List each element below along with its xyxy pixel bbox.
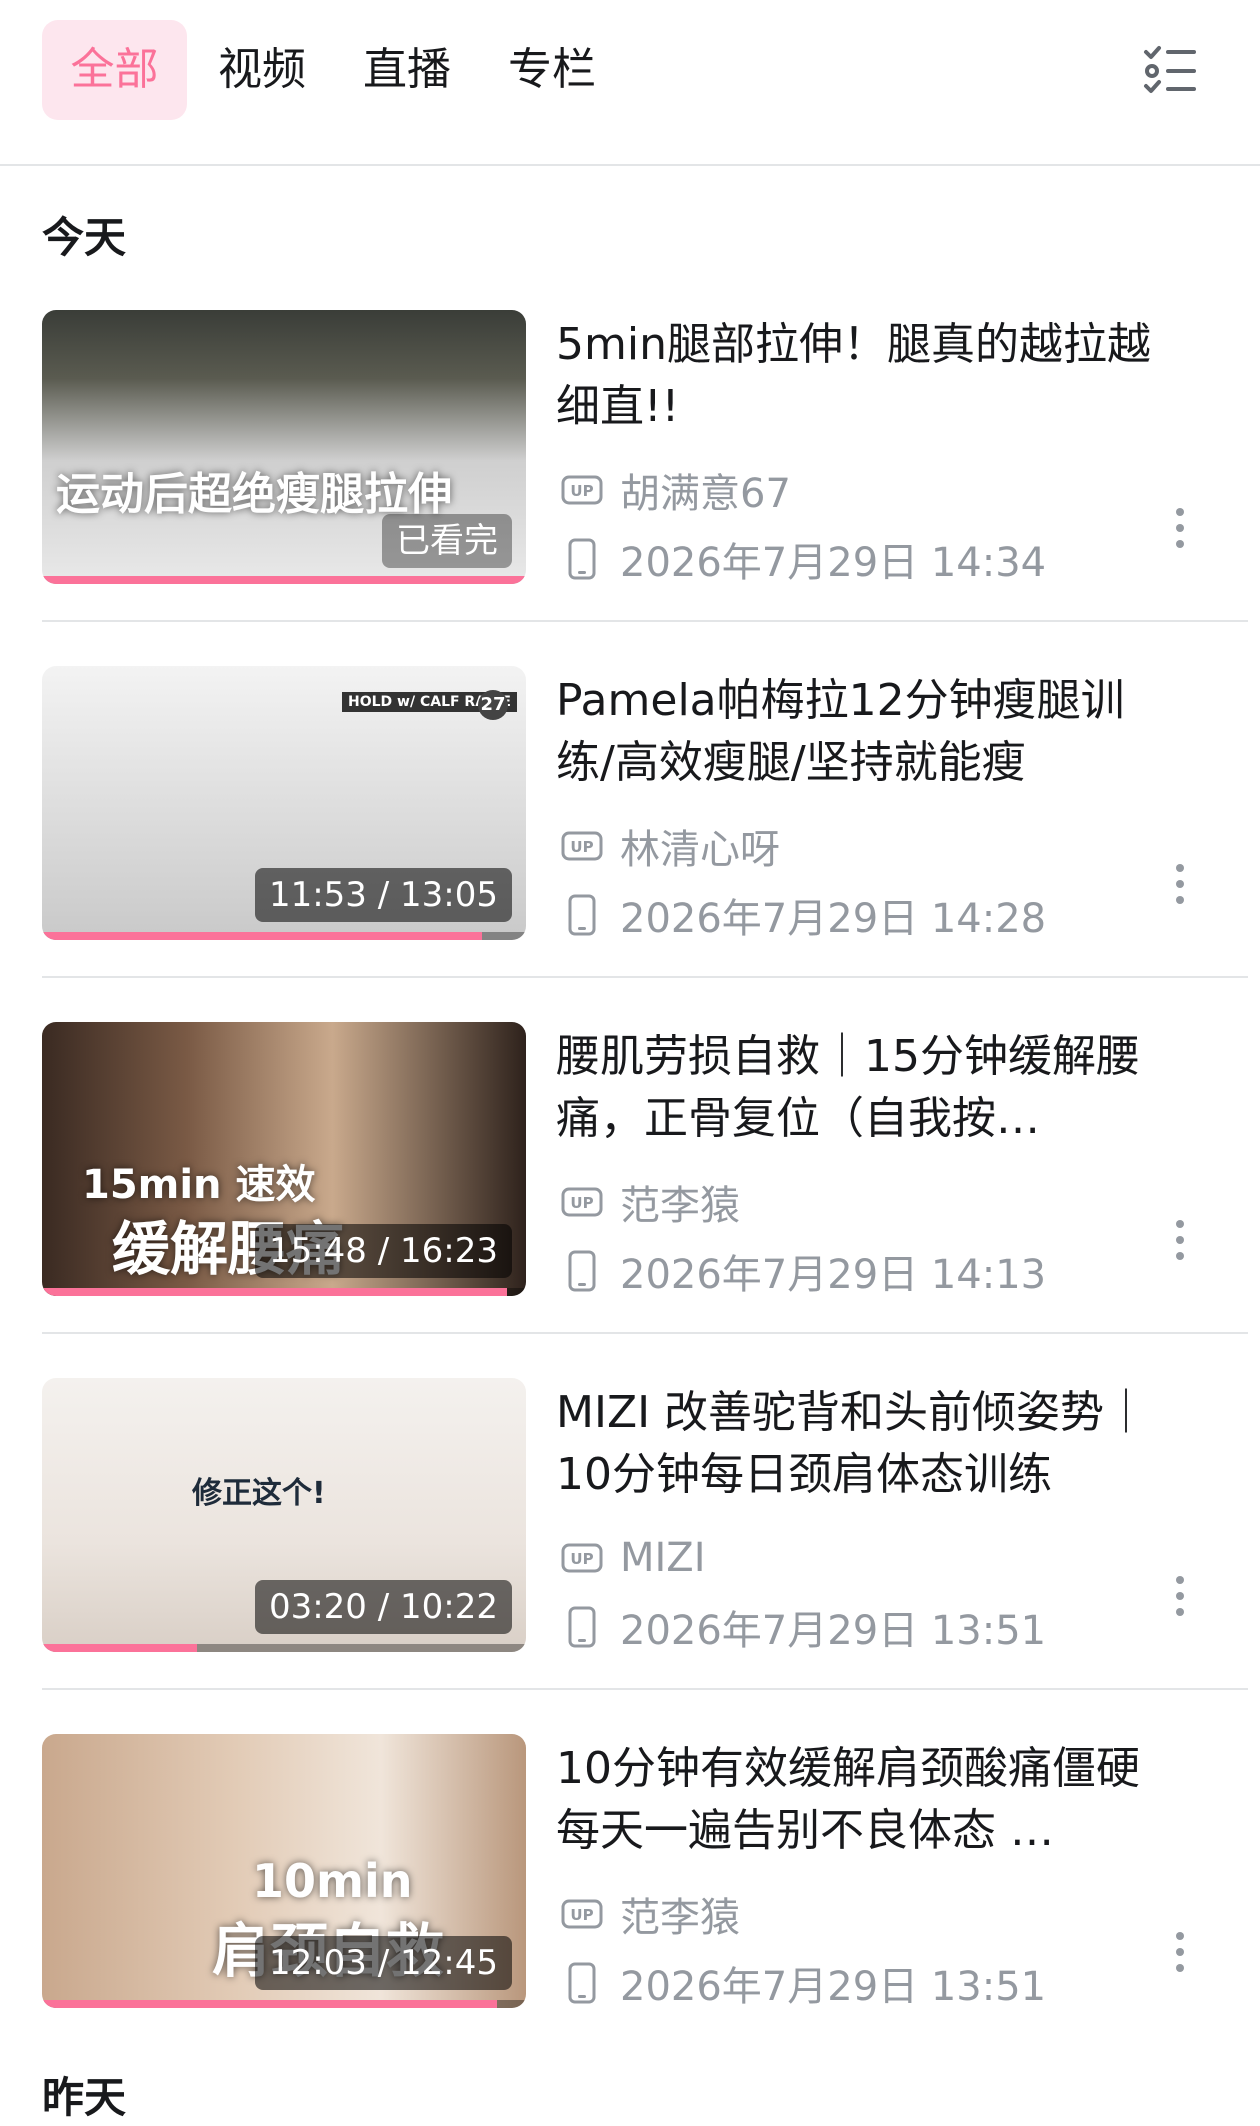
- watch-progress-bar: [42, 576, 526, 584]
- phone-icon: [568, 894, 596, 936]
- up-badge-icon: UP: [561, 475, 603, 505]
- phone-icon: [568, 1962, 596, 2004]
- uploader-row[interactable]: UP 林清心呀: [560, 821, 780, 873]
- video-title[interactable]: 5min腿部拉伸！腿真的越拉越细直!!: [556, 314, 1166, 438]
- up-badge-icon: UP: [561, 1543, 603, 1573]
- video-title[interactable]: 腰肌劳损自救｜15分钟缓解腰痛，正骨复位（自我按…: [556, 1026, 1166, 1150]
- watch-time-row: 2026年7月29日 14:34: [560, 534, 1046, 586]
- video-thumbnail[interactable]: 运动后超绝瘦腿拉伸 已看完: [42, 310, 526, 584]
- uploader-name: 范李猿: [620, 1895, 740, 1941]
- tab-bar: 全部 视频 直播 专栏: [0, 0, 1260, 166]
- watch-time-row: 2026年7月29日 13:51: [560, 1602, 1046, 1654]
- watch-progress-bar: [42, 1644, 526, 1652]
- watch-time: 2026年7月29日 14:28: [620, 896, 1047, 942]
- history-item[interactable]: 15min 速效 缓解腰痛 15:48 / 16:23 腰肌劳损自救｜15分钟缓…: [0, 980, 1260, 1334]
- tab-column[interactable]: 专栏: [480, 20, 624, 120]
- watch-progress-label: 15:48 / 16:23: [254, 1224, 512, 1278]
- divider: [42, 976, 1248, 978]
- more-options-icon[interactable]: [1168, 1576, 1192, 1624]
- divider: [42, 1688, 1248, 1690]
- up-badge-icon: UP: [561, 1187, 603, 1217]
- more-options-icon[interactable]: [1168, 1220, 1192, 1268]
- watch-time: 2026年7月29日 14:13: [620, 1252, 1047, 1298]
- watch-progress-bar: [42, 932, 526, 940]
- watch-time-row: 2026年7月29日 14:28: [560, 890, 1046, 942]
- uploader-row[interactable]: UP MIZI: [560, 1533, 706, 1583]
- watch-time: 2026年7月29日 14:34: [620, 540, 1047, 586]
- tab-live[interactable]: 直播: [335, 20, 479, 120]
- history-item[interactable]: 修正这个! 03:20 / 10:22 MIZI 改善驼背和头前倾姿势｜10分钟…: [0, 1336, 1260, 1690]
- watch-time: 2026年7月29日 13:51: [620, 1608, 1047, 1654]
- history-item[interactable]: 运动后超绝瘦腿拉伸 已看完 5min腿部拉伸！腿真的越拉越细直!! UP 胡满意…: [0, 268, 1260, 622]
- svg-text:UP: UP: [570, 482, 593, 500]
- watch-progress-label: 已看完: [382, 514, 512, 568]
- uploader-row[interactable]: UP 胡满意67: [560, 465, 791, 517]
- uploader-name: 林清心呀: [620, 827, 780, 873]
- uploader-name: 胡满意67: [620, 471, 791, 517]
- more-options-icon[interactable]: [1168, 508, 1192, 556]
- video-title[interactable]: 10分钟有效缓解肩颈酸痛僵硬 每天一遍告别不良体态 …: [556, 1738, 1166, 1862]
- video-thumbnail[interactable]: 15min 速效 缓解腰痛 15:48 / 16:23: [42, 1022, 526, 1296]
- svg-text:UP: UP: [570, 1194, 593, 1212]
- watch-time-row: 2026年7月29日 14:13: [560, 1246, 1046, 1298]
- up-badge-icon: UP: [561, 831, 603, 861]
- thumbnail-badge: 27: [478, 690, 508, 720]
- tab-all[interactable]: 全部: [42, 20, 187, 120]
- history-item[interactable]: HOLD w/ CALF RAISE 27 11:53 / 13:05 Pame…: [0, 624, 1260, 978]
- phone-icon: [568, 1606, 596, 1648]
- thumbnail-caption: 10min: [252, 1854, 413, 1908]
- watch-time: 2026年7月29日 13:51: [620, 1964, 1047, 2010]
- phone-icon: [568, 1250, 596, 1292]
- uploader-name: MIZI: [620, 1535, 706, 1581]
- video-title[interactable]: MIZI 改善驼背和头前倾姿势｜10分钟每日颈肩体态训练: [556, 1382, 1166, 1506]
- up-badge-icon: UP: [561, 1899, 603, 1929]
- uploader-row[interactable]: UP 范李猿: [560, 1889, 740, 1941]
- section-title-today: 今天: [42, 213, 127, 262]
- more-options-icon[interactable]: [1168, 1932, 1192, 1980]
- tab-video[interactable]: 视频: [190, 20, 334, 120]
- list-filter-icon[interactable]: [1140, 40, 1200, 100]
- watch-time-row: 2026年7月29日 13:51: [560, 1958, 1046, 2010]
- svg-text:UP: UP: [570, 1550, 593, 1568]
- watch-progress-label: 12:03 / 12:45: [254, 1936, 512, 1990]
- divider: [42, 620, 1248, 622]
- watch-progress-bar: [42, 1288, 526, 1296]
- thumbnail-caption: 运动后超绝瘦腿拉伸: [56, 469, 452, 520]
- watch-progress-label: 03:20 / 10:22: [254, 1580, 512, 1634]
- more-options-icon[interactable]: [1168, 864, 1192, 912]
- phone-icon: [568, 538, 596, 580]
- uploader-name: 范李猿: [620, 1183, 740, 1229]
- thumbnail-caption: 修正这个!: [192, 1476, 326, 1511]
- watch-progress-bar: [42, 2000, 526, 2008]
- svg-text:UP: UP: [570, 838, 593, 856]
- section-title-yesterday: 昨天: [42, 2073, 127, 2122]
- watch-progress-label: 11:53 / 13:05: [254, 868, 512, 922]
- video-thumbnail[interactable]: 修正这个! 03:20 / 10:22: [42, 1378, 526, 1652]
- video-thumbnail[interactable]: HOLD w/ CALF RAISE 27 11:53 / 13:05: [42, 666, 526, 940]
- history-item[interactable]: 10min 肩颈自救 12:03 / 12:45 10分钟有效缓解肩颈酸痛僵硬 …: [0, 1692, 1260, 2046]
- video-thumbnail[interactable]: 10min 肩颈自救 12:03 / 12:45: [42, 1734, 526, 2008]
- divider: [42, 1332, 1248, 1334]
- video-title[interactable]: Pamela帕梅拉12分钟瘦腿训练/高效瘦腿/坚持就能瘦: [556, 670, 1166, 794]
- uploader-row[interactable]: UP 范李猿: [560, 1177, 740, 1229]
- svg-text:UP: UP: [570, 1906, 593, 1924]
